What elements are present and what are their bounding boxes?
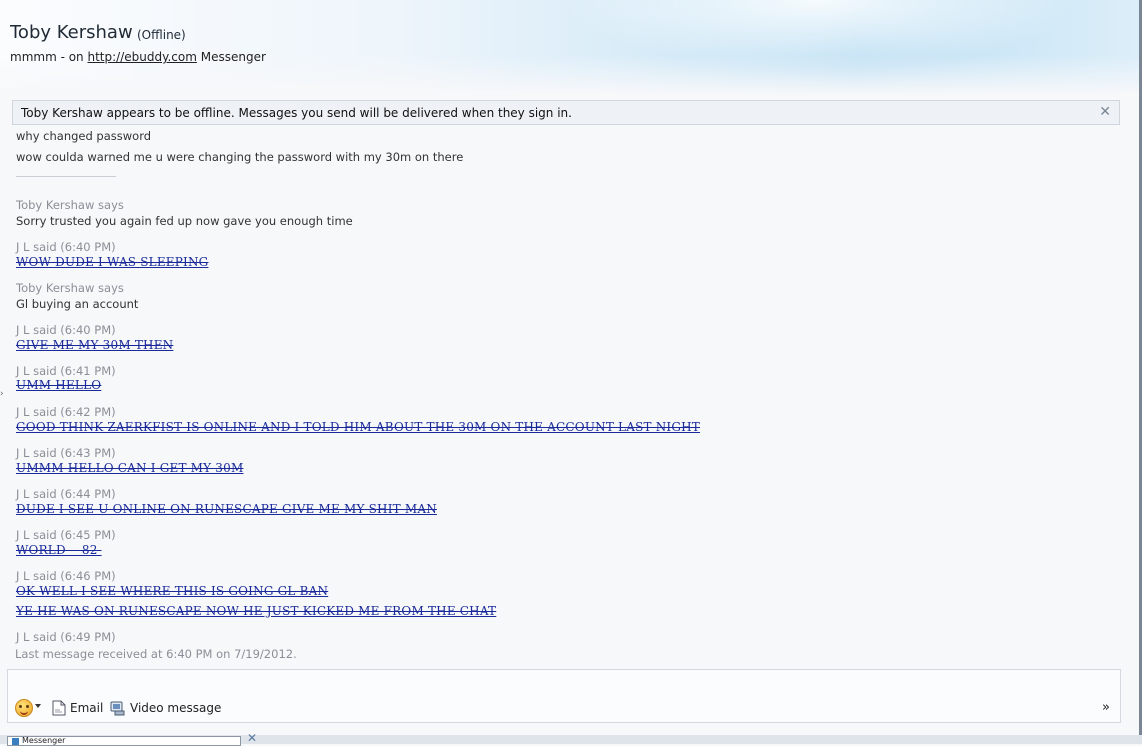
- sender-header: J L said (6:42 PM): [16, 405, 116, 419]
- personal-message-link[interactable]: http://ebuddy.com: [87, 50, 196, 64]
- sender-header: J L said (6:49 PM): [16, 630, 116, 644]
- message-text: GIVE ME MY 30M THEN: [16, 338, 174, 352]
- contact-status: (Offline): [137, 28, 186, 42]
- message-text: wow coulda warned me u were changing the…: [16, 150, 464, 164]
- sender-header: J L said (6:40 PM): [16, 323, 116, 337]
- message-text: UMMM HELLO CAN I GET MY 30M: [16, 461, 244, 475]
- more-options-button[interactable]: »: [1102, 700, 1110, 715]
- personal-message: mmmm - on http://ebuddy.com Messenger: [10, 50, 266, 64]
- close-icon[interactable]: ✕: [247, 731, 257, 745]
- offline-notice: Toby Kershaw appears to be offline. Mess…: [12, 100, 1120, 125]
- close-icon[interactable]: ✕: [1099, 104, 1111, 120]
- last-message-status: Last message received at 6:40 PM on 7/19…: [15, 647, 297, 661]
- message-text: Gl buying an account: [16, 297, 139, 311]
- sender-header: J L said (6:43 PM): [16, 446, 116, 460]
- document-icon: [52, 700, 66, 716]
- sender-header: J L said (6:40 PM): [16, 240, 116, 254]
- offline-notice-text: Toby Kershaw appears to be offline. Mess…: [21, 106, 572, 120]
- message-text: WORLD 82: [16, 543, 102, 557]
- chevron-down-icon[interactable]: [35, 704, 41, 708]
- message-text: DUDE I SEE U ONLINE ON RUNESCAPE GIVE ME…: [16, 502, 437, 516]
- sender-header: J L said (6:41 PM): [16, 364, 116, 378]
- video-message-button[interactable]: Video message: [110, 700, 221, 716]
- emoticon-icon[interactable]: [15, 699, 33, 717]
- message-text: GOOD THINK ZAERKFIST IS ONLINE AND I TOL…: [16, 420, 701, 434]
- message-text: Sorry trusted you again fed up now gave …: [16, 214, 353, 228]
- sender-header: J L said (6:46 PM): [16, 569, 116, 583]
- message-text: WOW DUDE I WAS SLEEPING: [16, 255, 209, 269]
- taskbar-item[interactable]: Messenger: [7, 736, 241, 746]
- contact-name: Toby Kershaw: [10, 22, 133, 43]
- chevron-right-icon: ›: [0, 389, 4, 399]
- email-label: Email: [70, 701, 104, 715]
- message-text: OK WELL I SEE WHERE THIS IS GOING GL BAN: [16, 584, 329, 598]
- message-text: why changed password: [16, 129, 152, 143]
- message-text: UMM HELLO: [16, 378, 102, 392]
- header-banner: [0, 0, 1142, 95]
- divider: [16, 176, 116, 177]
- email-button[interactable]: Email: [52, 700, 103, 716]
- sender-header: J L said (6:45 PM): [16, 528, 116, 542]
- sender-header: Toby Kershaw says: [16, 198, 124, 212]
- video-message-label: Video message: [130, 701, 222, 715]
- video-message-icon: [110, 701, 125, 716]
- message-text: YE HE WAS ON RUNESCAPE NOW HE JUST KICKE…: [16, 604, 497, 618]
- sender-header: Toby Kershaw says: [16, 281, 124, 295]
- sender-header: J L said (6:44 PM): [16, 487, 116, 501]
